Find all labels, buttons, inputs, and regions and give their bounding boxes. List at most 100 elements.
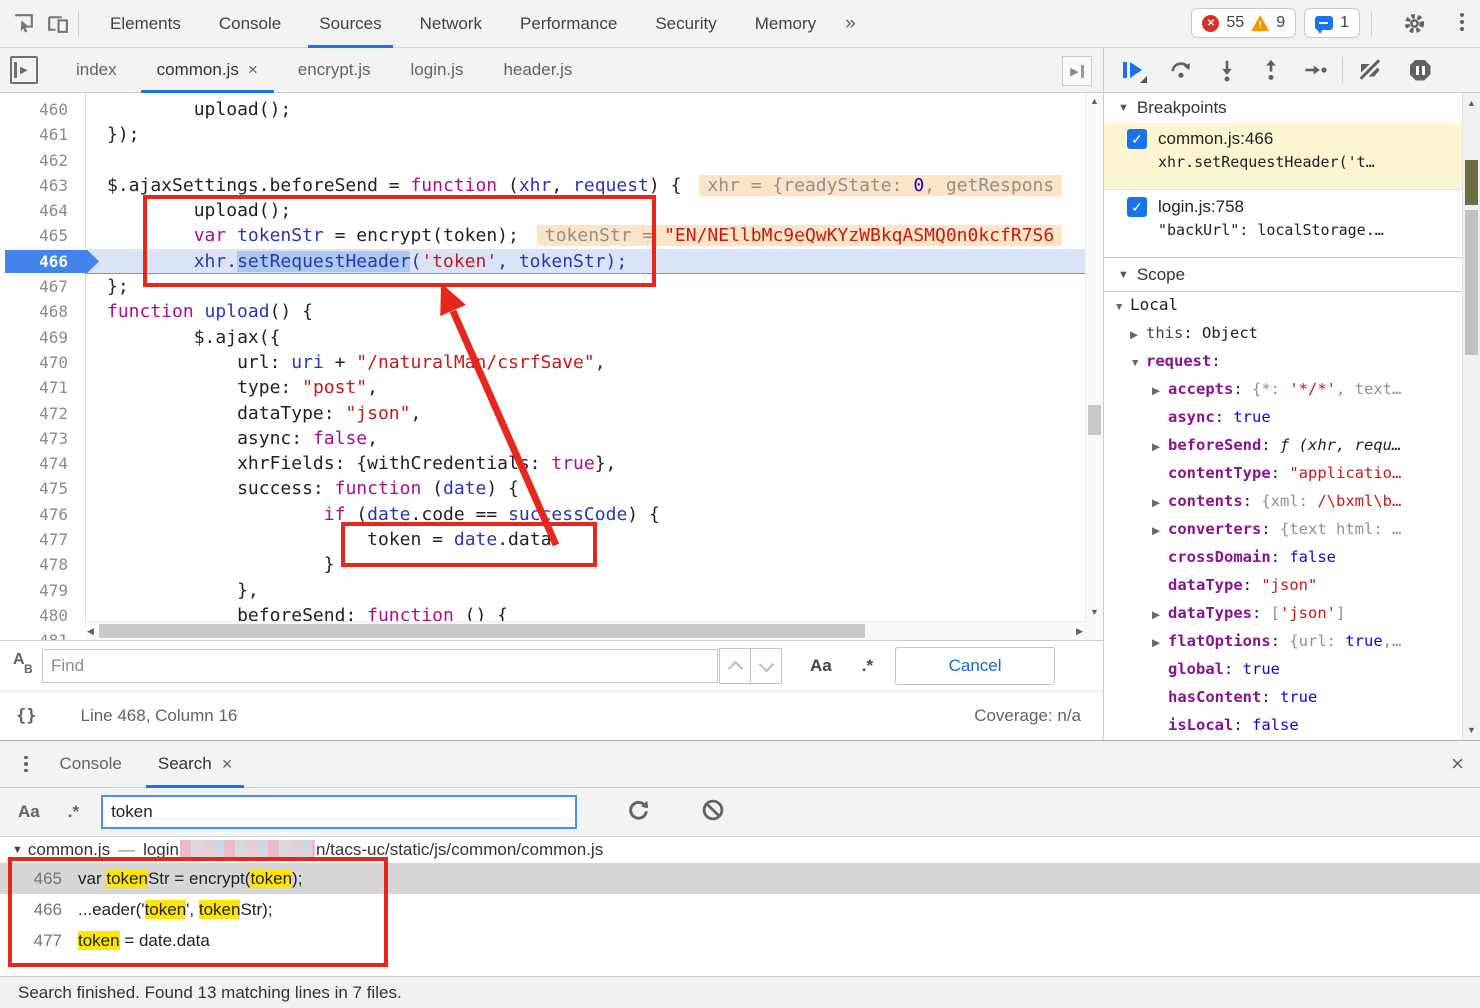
editor-line-461[interactable]: 461}); (0, 122, 1085, 147)
line-number[interactable]: 476 (0, 502, 85, 527)
expand-triangle-icon[interactable]: ▶ (1130, 321, 1146, 347)
pause-on-exceptions-icon[interactable] (1403, 53, 1437, 87)
line-number[interactable]: 481 (0, 628, 85, 640)
scope-row-isLocal[interactable]: isLocal: false (1104, 711, 1462, 739)
close-tab-icon[interactable]: × (222, 754, 233, 775)
deactivate-breakpoints-icon[interactable] (1353, 53, 1387, 87)
breakpoint-item-common-js-466[interactable]: ✓ common.js:466 xhr.setRequestHeader('t… (1104, 123, 1462, 189)
more-panels-button[interactable]: » (835, 13, 866, 35)
file-tab-index[interactable]: index (56, 48, 137, 93)
scope-row-crossDomain[interactable]: crossDomain: false (1104, 543, 1462, 571)
line-number[interactable]: 474 (0, 451, 85, 476)
close-drawer-icon[interactable]: × (1451, 751, 1464, 777)
line-number[interactable]: 477 (0, 527, 85, 552)
line-number[interactable]: 475 (0, 476, 85, 501)
line-number[interactable]: 461 (0, 122, 85, 147)
resume-script-icon[interactable] (1116, 53, 1150, 87)
scope-row-accepts[interactable]: ▶ accepts: {*: '*/*', text… (1104, 375, 1462, 403)
find-next-button[interactable] (750, 648, 782, 684)
editor-line-464[interactable]: 464 upload(); (0, 198, 1085, 223)
step-into-icon[interactable] (1210, 53, 1244, 87)
search-result-row-477[interactable]: 477 token = date.data (0, 925, 1480, 956)
file-tab-encrypt-js[interactable]: encrypt.js (278, 48, 391, 93)
sidebar-scrollbar[interactable]: ▲ ▼ (1462, 93, 1480, 740)
find-input[interactable] (42, 649, 718, 683)
scope-row-request[interactable]: ▼ request: (1104, 347, 1462, 375)
expand-triangle-icon[interactable]: ▶ (1152, 489, 1168, 515)
line-number[interactable]: 471 (0, 375, 85, 400)
close-tab-icon[interactable]: × (248, 60, 258, 80)
panel-tab-performance[interactable]: Performance (501, 0, 636, 48)
editor-vertical-scrollbar[interactable]: ▲ ▼ (1085, 93, 1103, 640)
step-icon[interactable] (1298, 53, 1332, 87)
settings-gear-icon[interactable] (1401, 10, 1428, 42)
editor-line-469[interactable]: 469 $.ajax({ (0, 325, 1085, 350)
scope-row-Local[interactable]: ▼ Local (1104, 291, 1462, 319)
inspect-element-icon[interactable] (6, 7, 40, 41)
editor-line-466[interactable]: 466 xhr.setRequestHeader('token', tokenSt… (0, 248, 1085, 275)
scope-row-async[interactable]: async: true (1104, 403, 1462, 431)
line-number[interactable]: 463 (0, 173, 85, 198)
editor-line-477[interactable]: 477 token = date.data (0, 527, 1085, 552)
line-number[interactable]: 480 (0, 603, 85, 628)
panel-tab-elements[interactable]: Elements (91, 0, 200, 48)
editor-line-467[interactable]: 467}; (0, 274, 1085, 299)
issues-badge-group[interactable]: ✕ 55 ! 9 (1191, 8, 1297, 38)
expand-triangle-icon[interactable]: ▼ (1114, 293, 1130, 319)
scope-row-dataTypes[interactable]: ▶ dataTypes: ['json'] (1104, 599, 1462, 627)
editor-line-479[interactable]: 479}, (0, 578, 1085, 603)
cancel-button[interactable]: Cancel (895, 647, 1056, 685)
editor-line-462[interactable]: 462 (0, 148, 1085, 173)
expand-triangle-icon[interactable]: ▶ (1152, 601, 1168, 627)
line-number[interactable]: 479 (0, 578, 85, 603)
search-result-row-465[interactable]: 465 var tokenStr = encrypt(token); (0, 863, 1480, 894)
file-tab-header-js[interactable]: header.js (483, 48, 592, 93)
panel-tab-console[interactable]: Console (200, 0, 300, 48)
editor-line-478[interactable]: 478} (0, 552, 1085, 577)
step-out-icon[interactable] (1254, 53, 1288, 87)
line-number[interactable]: 469 (0, 325, 85, 350)
editor-line-468[interactable]: 468 function upload() { (0, 299, 1085, 324)
panel-tab-memory[interactable]: Memory (736, 0, 835, 48)
kebab-menu-icon[interactable] (1460, 13, 1464, 31)
panel-tab-security[interactable]: Security (636, 0, 735, 48)
scope-row-dataType[interactable]: dataType: "json" (1104, 571, 1462, 599)
line-number[interactable]: 462 (0, 148, 85, 173)
scope-section-header[interactable]: ▼ Scope (1104, 257, 1462, 292)
scope-row-global[interactable]: global: true (1104, 655, 1462, 683)
search-input[interactable] (101, 795, 578, 829)
breakpoint-checkbox[interactable]: ✓ (1127, 197, 1147, 217)
scope-row-hasContent[interactable]: hasContent: true (1104, 683, 1462, 711)
scope-row-contents[interactable]: ▶ contents: {xml: /\bxml\b… (1104, 487, 1462, 515)
search-result-row-466[interactable]: 466 ...eader('token', tokenStr); (0, 894, 1480, 925)
regex-toggle[interactable]: .* (862, 656, 873, 676)
editor-line-475[interactable]: 475 success: function (date) { (0, 476, 1085, 501)
scope-row-flatOptions[interactable]: ▶ flatOptions: {url: true,… (1104, 627, 1462, 655)
panel-tab-network[interactable]: Network (401, 0, 501, 48)
line-number[interactable]: 478 (0, 552, 85, 577)
code-editor[interactable]: 460 upload(); 461}); 462 463 $.ajaxSettings.b… (0, 93, 1103, 640)
expand-triangle-icon[interactable]: ▶ (1152, 629, 1168, 655)
open-file-panel-icon[interactable]: ▶ (1062, 56, 1092, 86)
editor-line-476[interactable]: 476 if (date.code == successCode) { (0, 502, 1085, 527)
line-number[interactable]: 473 (0, 426, 85, 451)
drawer-tab-search[interactable]: Search × (140, 741, 250, 788)
expand-triangle-icon[interactable]: ▶ (1152, 377, 1168, 403)
expand-triangle-icon[interactable]: ▶ (1152, 433, 1168, 459)
scope-row-contentType[interactable]: contentType: "applicatio… (1104, 459, 1462, 487)
expand-triangle-icon[interactable]: ▶ (1152, 517, 1168, 543)
editor-horizontal-scrollbar[interactable]: ◀ ▶ (85, 621, 1085, 640)
line-number[interactable]: 465 (0, 223, 85, 248)
line-number[interactable]: 467 (0, 274, 85, 299)
editor-line-465[interactable]: 465 var tokenStr = encrypt(token); tokenSt… (0, 223, 1085, 248)
device-toolbar-icon[interactable] (40, 7, 74, 41)
line-number[interactable]: 468 (0, 299, 85, 324)
search-result-file-header[interactable]: ▼ common.js — login n/tacs-uc/static/js/… (0, 837, 1480, 863)
editor-line-463[interactable]: 463 $.ajaxSettings.beforeSend = function … (0, 173, 1085, 198)
clear-search-icon[interactable] (700, 797, 726, 828)
scope-row-beforeSend[interactable]: ▶ beforeSend: ƒ (xhr, requ… (1104, 431, 1462, 459)
line-number[interactable]: 470 (0, 350, 85, 375)
drawer-tab-console[interactable]: Console (42, 741, 140, 788)
line-number[interactable]: 464 (0, 198, 85, 223)
line-number[interactable]: 472 (0, 401, 85, 426)
